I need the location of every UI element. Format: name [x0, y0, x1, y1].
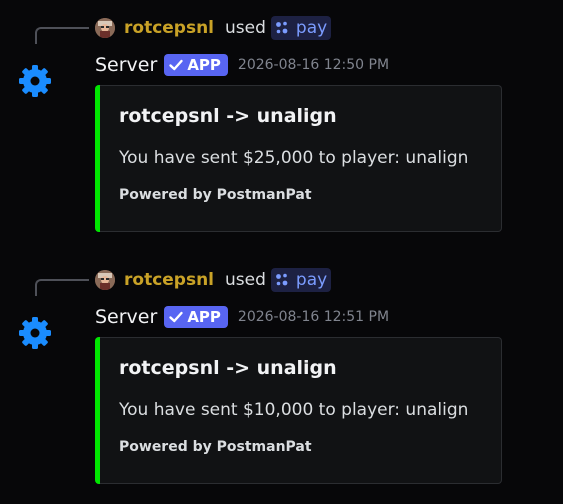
- embed-title: rotcepsnl -> unalign: [119, 105, 337, 127]
- app-badge: APP: [164, 306, 228, 328]
- reply-preview[interactable]: rotcepsnl used pay: [95, 16, 332, 40]
- check-icon: [169, 311, 184, 323]
- embed-title: rotcepsnl -> unalign: [119, 357, 337, 379]
- embed-accent-bar: [95, 85, 100, 232]
- embed-description: You have sent $25,000 to player: unalign: [119, 148, 469, 168]
- command-name: pay: [295, 18, 328, 38]
- gear-icon[interactable]: [17, 315, 53, 351]
- user-avatar[interactable]: [95, 18, 115, 38]
- command-mention[interactable]: pay: [270, 268, 332, 292]
- timestamp[interactable]: 2026-08-16 12:50 PM: [238, 57, 389, 73]
- app-badge-label: APP: [187, 308, 221, 326]
- command-mention[interactable]: pay: [270, 16, 332, 40]
- embed-description: You have sent $10,000 to player: unalign: [119, 400, 469, 420]
- grid-icon: [276, 273, 288, 286]
- author-name[interactable]: Server: [95, 306, 157, 328]
- reply-username[interactable]: rotcepsnl: [124, 270, 214, 290]
- app-badge: APP: [164, 54, 228, 76]
- message: rotcepsnl used pay Server APP 2026-08-16…: [0, 252, 563, 484]
- grid-icon: [276, 21, 288, 34]
- gear-icon[interactable]: [17, 63, 53, 99]
- timestamp[interactable]: 2026-08-16 12:51 PM: [238, 309, 389, 325]
- check-icon: [169, 59, 184, 71]
- embed: rotcepsnl -> unalign You have sent $10,0…: [95, 337, 502, 484]
- user-avatar[interactable]: [95, 270, 115, 290]
- app-badge-label: APP: [187, 56, 221, 74]
- command-name: pay: [295, 270, 328, 290]
- message-header: Server APP 2026-08-16 12:50 PM: [95, 52, 389, 78]
- reply-used-text: used: [225, 18, 266, 38]
- author-name[interactable]: Server: [95, 54, 157, 76]
- embed-footer: Powered by PostmanPat: [119, 187, 312, 203]
- embed-footer: Powered by PostmanPat: [119, 439, 312, 455]
- reply-connector: [35, 27, 89, 44]
- embed-accent-bar: [95, 337, 100, 484]
- message-header: Server APP 2026-08-16 12:51 PM: [95, 304, 389, 330]
- reply-preview[interactable]: rotcepsnl used pay: [95, 268, 332, 292]
- message: rotcepsnl used pay Server APP 2026-08-16…: [0, 0, 563, 232]
- reply-connector: [35, 279, 89, 296]
- embed: rotcepsnl -> unalign You have sent $25,0…: [95, 85, 502, 232]
- reply-used-text: used: [225, 270, 266, 290]
- reply-username[interactable]: rotcepsnl: [124, 18, 214, 38]
